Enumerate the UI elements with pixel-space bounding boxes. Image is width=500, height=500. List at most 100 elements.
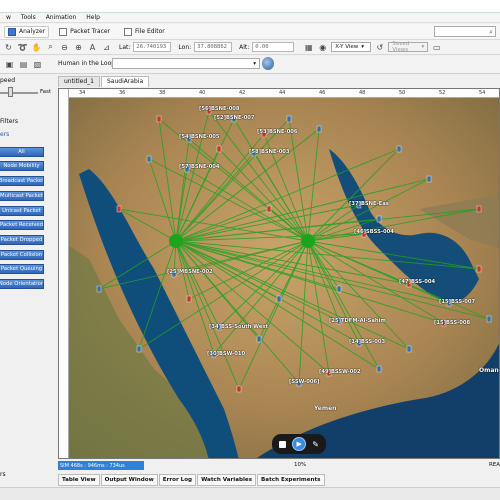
menu-window[interactable]: w [6,14,11,21]
speed-label: peed [0,77,15,84]
view-select[interactable]: X-Y View ▾ [331,42,372,52]
base-station-node[interactable] [266,205,272,213]
hub-node-west[interactable] [169,234,183,248]
base-station-node[interactable] [376,215,382,223]
file-editor-button[interactable]: File Editor [120,26,169,38]
base-station-node[interactable] [216,145,222,153]
menu-animation[interactable]: Animation [46,14,77,21]
filter-packet-received-button[interactable]: Packet Received [0,220,44,230]
saved-views-select[interactable]: Saved Views ▾ [388,41,429,53]
base-station-node[interactable] [486,315,492,323]
base-station-node[interactable] [276,295,282,303]
filter-unicast-packet-button[interactable]: Unicast Packet [0,206,44,216]
filter-all-button[interactable]: All [0,147,44,157]
hub-node-central[interactable] [301,234,315,248]
tab-watch-variables[interactable]: Watch Variables [197,474,257,486]
human-in-loop-select[interactable]: ▾ [112,58,260,69]
base-station-node[interactable] [406,345,412,353]
zoom-icon[interactable]: ⌕ [45,42,56,53]
filter-packet-queuing-button[interactable]: Packet Queuing [0,264,44,274]
node-label: [54]BSNE-005 [179,134,220,140]
export-icon[interactable]: ▤ [18,59,29,70]
search-input[interactable]: ⌕ [434,26,496,37]
bottom-panel-tabs: Table View Output Window Error Log Watch… [58,474,325,486]
tab-batch-experiments[interactable]: Batch Experiments [257,474,325,486]
country-label-oman: Oman [479,367,499,374]
base-station-node[interactable] [476,265,482,273]
layers-icon[interactable]: ▭ [431,42,442,53]
file-icon [124,27,133,36]
tab-error-log[interactable]: Error Log [158,474,197,486]
status-bar: SIM 468s : 946ms : 734us 10% REA [58,460,500,471]
image-icon[interactable]: ▧ [32,59,43,70]
base-station-node[interactable] [186,295,192,303]
stop-button[interactable] [279,440,287,448]
base-station-node[interactable] [336,285,342,293]
base-station-node[interactable] [396,145,402,153]
tab-output-window[interactable]: Output Window [100,474,158,486]
globe-small-icon[interactable]: ◉ [317,42,328,53]
node-label: [56]BSNE-008 [199,106,240,112]
filter-packet-collision-button[interactable]: Packet Collision [0,250,44,260]
lat-field[interactable]: 26.740193 [133,42,172,52]
play-button[interactable]: ▶ [292,437,307,451]
record-icon[interactable]: ▣ [4,59,15,70]
left-panel-footer-label: rs [0,471,6,478]
node-label: [25]MBSNE-002 [167,269,213,275]
edit-icon[interactable]: ✎ [312,440,319,449]
tab-table-view[interactable]: Table View [58,474,100,486]
packet-tracer-button[interactable]: Packet Tracer [55,26,114,38]
base-station-node[interactable] [376,365,382,373]
base-station-node[interactable] [146,155,152,163]
packet-icon [59,27,68,36]
base-station-node[interactable] [116,205,122,213]
tab-saudiarabia[interactable]: SaudiArabia [100,76,150,87]
bottom-panel [0,487,500,500]
menu-help[interactable]: Help [86,14,100,21]
lon-field[interactable]: 37.808862 [194,42,233,52]
filter-broadcast-packet-button[interactable]: Broadcast Packet [0,176,44,186]
base-station-node[interactable] [136,345,142,353]
left-ruler [59,89,69,458]
filter-packet-dropped-button[interactable]: Packet Dropped [0,235,44,245]
rotate-icon[interactable]: ↺ [374,42,385,53]
alt-label: Alt: [239,43,250,51]
node-label: [SSW-006] [289,379,320,385]
node-label: [46]SBSS-004 [354,229,394,235]
map-canvas[interactable]: 34 36 38 40 42 44 46 48 50 52 54 [56]BSN… [58,88,500,459]
zoom-fit-icon[interactable]: ⊕ [73,42,84,53]
filter-node-mobility-button[interactable]: Node Mobility [0,161,44,171]
zoom-level: 10% [294,462,307,468]
base-station-node[interactable] [476,205,482,213]
lasso-icon[interactable]: ➰ [17,42,28,53]
country-label-yemen: Yemen [314,405,337,412]
tab-untitled-1[interactable]: untitled_1 [58,76,100,87]
base-station-node[interactable] [426,175,432,183]
speed-slider-track[interactable] [0,92,38,94]
map-toolbar: ↻ ➰ ✋ ⌕ ⊖ ⊕ A ⊿ Lat: 26.740193 Lon: 37.8… [0,40,500,55]
menu-tools[interactable]: Tools [21,14,36,21]
node-label: [57]BSNE-004 [179,164,220,170]
lon-label: Lon: [178,43,192,51]
base-station-node[interactable] [156,115,162,123]
analyzer-button[interactable]: Analyzer [4,25,50,38]
refresh-icon[interactable]: ↻ [3,42,14,53]
speed-slider-handle[interactable] [8,87,13,97]
base-station-node[interactable] [286,115,292,123]
node-label: [15]BSS-007 [439,299,476,305]
zoom-out-icon[interactable]: ⊖ [59,42,70,53]
globe-icon[interactable] [262,57,274,70]
grid-icon[interactable]: ▦ [303,42,314,53]
top-ruler: 34 36 38 40 42 44 46 48 50 52 54 [59,89,499,98]
base-station-node[interactable] [316,125,322,133]
node-label: [47]BSS-004 [399,279,436,285]
pan-hand-icon[interactable]: ✋ [31,42,42,53]
text-icon[interactable]: A [87,42,98,53]
filter-multicast-packet-button[interactable]: Multicast Packet [0,191,44,201]
ruler-icon[interactable]: ⊿ [101,42,112,53]
base-station-node[interactable] [256,335,262,343]
base-station-node[interactable] [236,385,242,393]
base-station-node[interactable] [96,285,102,293]
filter-node-orientation-button[interactable]: Node Orientation [0,279,44,289]
alt-field[interactable]: 0.00 [252,42,295,52]
